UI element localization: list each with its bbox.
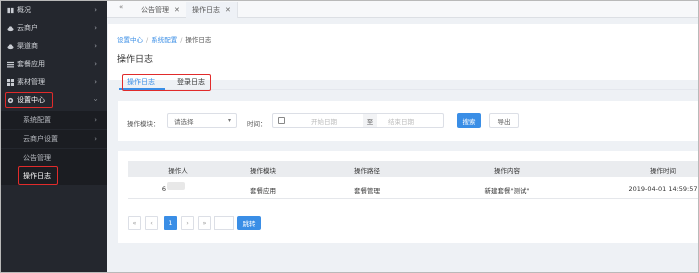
sidebar-item-materials[interactable]: 素材管理 › xyxy=(1,73,107,91)
book-icon xyxy=(7,7,14,13)
breadcrumb-separator: / xyxy=(146,36,149,44)
table-row xyxy=(128,178,698,199)
chevron-right-icon: › xyxy=(94,135,97,143)
page-1-button[interactable]: 1 xyxy=(164,216,177,230)
last-page-button[interactable]: » xyxy=(198,216,211,230)
column-module: 操作模块 xyxy=(250,167,276,175)
sidebar-item-label: 套餐应用 xyxy=(17,60,45,68)
chevron-down-icon: › xyxy=(91,98,100,102)
cloud-icon xyxy=(7,25,14,31)
highlight-settings xyxy=(5,92,53,108)
highlight-operation-log xyxy=(18,166,58,185)
list-icon xyxy=(7,61,14,67)
breadcrumb-current: 操作日志 xyxy=(185,36,212,44)
breadcrumb-system-config[interactable]: 系统配置 xyxy=(151,36,177,44)
export-button[interactable]: 导出 xyxy=(489,113,519,128)
module-select-value: 请选择 xyxy=(174,117,194,126)
time-label: 时间： xyxy=(247,120,267,128)
close-icon[interactable]: ✕ xyxy=(225,6,231,14)
chevron-right-icon: › xyxy=(94,24,97,32)
breadcrumb: 设置中心 / 系统配置 / 操作日志 xyxy=(117,34,211,44)
page-number-input[interactable] xyxy=(214,216,234,230)
sidebar: 概况 › 云商户 › 渠道商 › 套餐应用 › 素材管理 › 设置中心 › 系统… xyxy=(1,1,107,272)
tab-label: 操作日志 xyxy=(192,6,220,14)
page-title: 操作日志 xyxy=(117,55,154,65)
close-icon[interactable]: ✕ xyxy=(174,6,180,14)
start-date-input[interactable]: 开始日期 xyxy=(311,114,337,127)
breadcrumb-settings[interactable]: 设置中心 xyxy=(117,36,143,44)
app-window: 概况 › 云商户 › 渠道商 › 套餐应用 › 素材管理 › 设置中心 › 系统… xyxy=(0,0,699,273)
chevron-right-icon: › xyxy=(94,42,97,50)
date-range-picker[interactable]: 开始日期 至 结束日期 xyxy=(272,113,444,128)
cloud-icon xyxy=(7,43,14,49)
table-header xyxy=(128,161,698,177)
search-button[interactable]: 搜索 xyxy=(457,113,481,128)
sidebar-item-channel[interactable]: 渠道商 › xyxy=(1,37,107,55)
tab-label: 公告管理 xyxy=(141,6,169,14)
cell-operator: 6 xyxy=(161,185,167,193)
sidebar-item-cloud-merchant[interactable]: 云商户 › xyxy=(1,19,107,37)
cell-content: 新建套餐"测试" xyxy=(484,187,530,195)
sidebar-item-label: 渠道商 xyxy=(17,42,38,50)
chevron-right-icon: › xyxy=(94,6,97,14)
grid-icon xyxy=(7,78,14,86)
first-page-button[interactable]: « xyxy=(128,216,141,230)
column-time: 操作时间 xyxy=(650,167,676,175)
breadcrumb-separator: / xyxy=(180,36,183,44)
range-separator: 至 xyxy=(363,114,377,127)
tab-operation-log[interactable]: 操作日志 ✕ xyxy=(186,2,238,18)
column-path: 操作路径 xyxy=(354,167,380,175)
sidebar-subitem-system-config[interactable]: 系统配置 › xyxy=(1,111,107,129)
caret-down-icon: ▾ xyxy=(227,117,231,124)
sidebar-subitem-notice[interactable]: 公告管理 xyxy=(1,149,107,167)
sidebar-item-package[interactable]: 套餐应用 › xyxy=(1,55,107,73)
tab-notice-management[interactable]: 公告管理 ✕ xyxy=(135,2,187,18)
module-select[interactable]: 请选择 ▾ xyxy=(167,113,237,128)
sidebar-item-overview[interactable]: 概况 › xyxy=(1,1,107,19)
cell-time: 2019-04-01 14:59:57 xyxy=(628,185,698,193)
chevron-right-icon: › xyxy=(94,60,97,68)
cell-module: 套餐应用 xyxy=(250,187,276,195)
chevron-right-icon: › xyxy=(94,116,97,124)
next-page-button[interactable]: › xyxy=(181,216,194,230)
header-card xyxy=(108,24,698,80)
highlight-subtabs xyxy=(122,74,211,91)
column-content: 操作内容 xyxy=(494,167,520,175)
sidebar-subitem-label: 系统配置 xyxy=(23,116,51,124)
sidebar-item-label: 云商户 xyxy=(17,24,38,32)
sidebar-subitem-merchant-settings[interactable]: 云商户设置 › xyxy=(1,130,107,148)
calendar-icon xyxy=(278,117,285,124)
collapse-icon[interactable]: « xyxy=(119,3,123,11)
chevron-right-icon: › xyxy=(94,78,97,86)
end-date-input[interactable]: 结束日期 xyxy=(388,114,414,127)
sidebar-subitem-label: 云商户设置 xyxy=(23,135,58,143)
sidebar-item-label: 素材管理 xyxy=(17,78,45,86)
sidebar-subitem-label: 公告管理 xyxy=(23,154,51,162)
module-label: 操作模块： xyxy=(127,120,160,128)
go-page-button[interactable]: 跳转 xyxy=(237,216,261,230)
sidebar-item-label: 概况 xyxy=(17,6,31,14)
prev-page-button[interactable]: ‹ xyxy=(145,216,158,230)
column-operator: 操作人 xyxy=(168,167,188,175)
redacted-name xyxy=(167,182,185,190)
cell-path: 套餐管理 xyxy=(354,187,380,195)
